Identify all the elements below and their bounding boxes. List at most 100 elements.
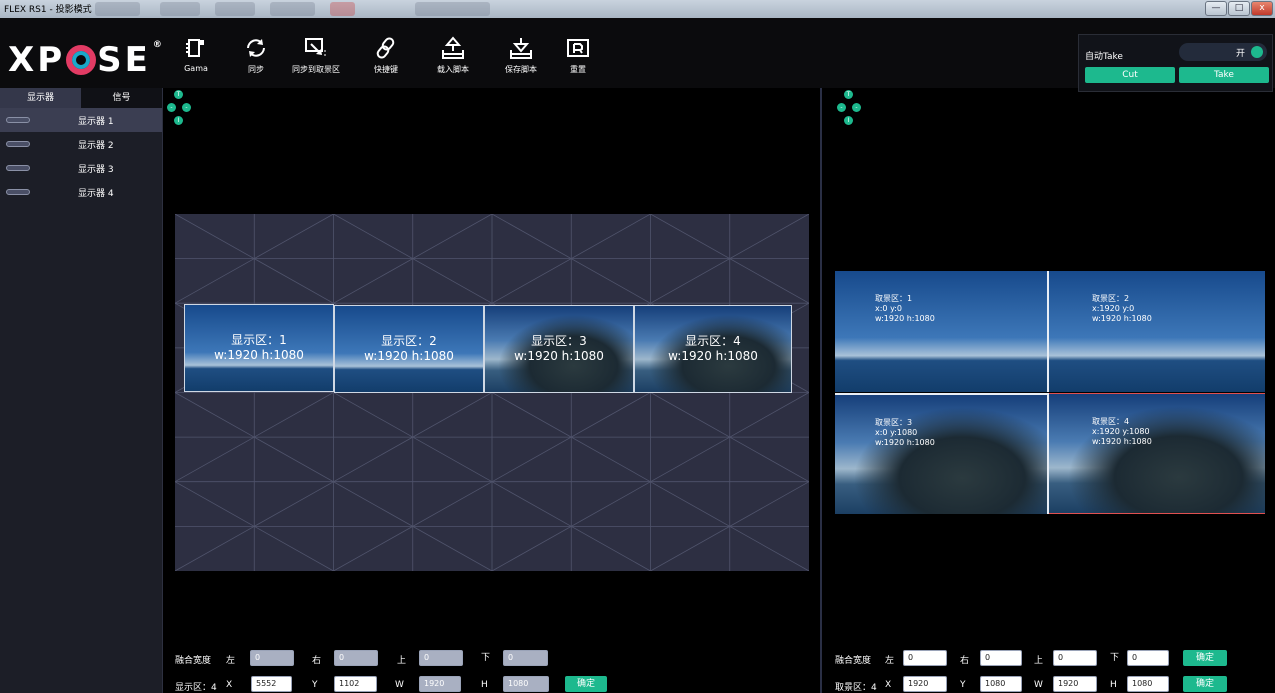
pan-down-icon[interactable]: I [844,116,853,125]
y-input[interactable]: 1102 [334,676,377,692]
capture-zone-2[interactable]: 取景区：2 x:1920 y:0 w:1920 h:1080 [1049,271,1265,392]
blend-width-label: 融合宽度 [835,656,872,666]
pan-left-icon[interactable]: - [167,103,176,112]
zone-size: w:1920 h:1080 [364,349,454,363]
w-label: W [395,680,404,690]
capture-zone-size: w:1920 h:1080 [1092,314,1152,323]
blend-bottom-label: 下 [1110,653,1120,663]
blend-left-input[interactable]: 0 [903,650,947,666]
capture-zone-label: 取景区：3 x:0 y:1080 w:1920 h:1080 [875,418,935,448]
h-label: H [481,680,488,690]
cut-button[interactable]: Cut [1085,67,1175,83]
auto-take-toggle[interactable]: 开 [1179,43,1267,61]
zone-name: 显示区：4 [685,334,741,348]
shortcut-button[interactable]: 快捷键 [358,36,414,75]
w-input[interactable]: 1920 [419,676,461,692]
tab-signals[interactable]: 信号 [81,88,162,108]
confirm-blend-button[interactable]: 确定 [1183,650,1227,666]
y-label: Y [312,680,318,690]
sidebar-item-display-2[interactable]: 显示器 2 [0,132,162,156]
xpose-logo: XP SE ® [8,40,165,80]
take-panel: 自动Take 开 Cut Take [1078,34,1273,92]
h-input[interactable]: 1080 [503,676,549,692]
load-script-button[interactable]: 载入脚本 [425,36,481,75]
toggle-knob [1251,46,1263,58]
reset-label: 重置 [570,65,586,74]
tab-displays[interactable]: 显示器 [0,88,81,108]
capture-zone-size: w:1920 h:1080 [1092,437,1152,446]
logo-registered: ® [152,40,165,50]
x-input[interactable]: 1920 [903,676,947,692]
window-titlebar: FLEX RS1 - 投影模式 — □ x [0,0,1275,18]
pan-down-icon[interactable]: I [174,116,183,125]
x-label: X [885,680,892,690]
taskbar-ghost [160,2,200,16]
capture-zone-3[interactable]: 取景区：3 x:0 y:1080 w:1920 h:1080 [835,393,1049,514]
save-script-icon [493,36,549,62]
sidebar-item-label: 显示器 3 [78,165,114,175]
pan-up-icon[interactable]: T [174,90,183,99]
logo-part: X [8,40,38,80]
x-input[interactable]: 5552 [251,676,292,692]
blend-bottom-input[interactable]: 0 [503,650,548,666]
confirm-button[interactable]: 确定 [565,676,607,692]
pan-right-icon[interactable]: - [182,103,191,112]
capture-zone-name: 取景区：4 [1092,417,1130,426]
take-button[interactable]: Take [1179,67,1269,83]
capture-zone-name: 取景区：3 [875,418,913,427]
minimize-button[interactable]: — [1205,1,1227,16]
pan-right-icon[interactable]: - [852,103,861,112]
confirm-button[interactable]: 确定 [1183,676,1227,692]
capture-zone-4[interactable]: 取景区：4 x:1920 y:1080 w:1920 h:1080 [1049,393,1265,514]
h-input[interactable]: 1080 [1127,676,1169,692]
blend-top-input[interactable]: 0 [1053,650,1097,666]
auto-take-label: 自动Take [1085,52,1123,62]
sidebar: 显示器 信号 显示器 1 显示器 2 显示器 3 显示器 4 [0,88,163,693]
w-input[interactable]: 1920 [1053,676,1097,692]
left-pan-control[interactable]: T - - I [167,90,191,126]
sidebar-item-display-4[interactable]: 显示器 4 [0,180,162,204]
sidebar-item-display-1[interactable]: 显示器 1 [0,108,162,132]
taskbar-ghost [215,2,255,16]
capture-zone-1[interactable]: 取景区：1 x:0 y:0 w:1920 h:1080 [835,271,1049,392]
blend-right-input[interactable]: 0 [334,650,378,666]
capture-zone-size: w:1920 h:1080 [875,314,935,323]
blend-top-input[interactable]: 0 [419,650,463,666]
display-device-icon [6,117,30,123]
logo-part: SE [97,40,151,80]
link-icon [358,36,414,62]
blend-bottom-input[interactable]: 0 [1127,650,1169,666]
taskbar-ghost [95,2,140,16]
sync-to-capture-button[interactable]: 同步到取景区 [288,36,344,75]
close-button[interactable]: x [1251,1,1273,16]
gama-button[interactable]: Gama [168,36,224,73]
right-pan-control[interactable]: T - - I [837,90,861,126]
save-script-label: 保存脚本 [505,65,537,74]
pane-divider[interactable] [820,88,822,693]
blend-right-input[interactable]: 0 [980,650,1022,666]
capture-zone-size: w:1920 h:1080 [875,438,935,447]
zone-name: 显示区：2 [381,334,437,348]
y-input[interactable]: 1080 [980,676,1022,692]
blend-left-label: 左 [885,656,895,666]
toggle-text: 开 [1235,49,1245,59]
restore-button[interactable]: □ [1228,1,1250,16]
capture-zone-pos: x:0 y:1080 [875,428,918,437]
pan-left-icon[interactable]: - [837,103,846,112]
sync-button[interactable]: 同步 [228,36,284,75]
sync-to-capture-label: 同步到取景区 [292,65,340,74]
sidebar-item-display-3[interactable]: 显示器 3 [0,156,162,180]
capture-zone-name: 取景区：1 [875,294,913,303]
pan-up-icon[interactable]: T [844,90,853,99]
y-label: Y [960,680,966,690]
reset-icon [550,36,606,62]
display-zone-3[interactable]: 显示区：3 w:1920 h:1080 [484,305,634,393]
display-zone-2[interactable]: 显示区：2 w:1920 h:1080 [334,305,484,393]
display-zone-4[interactable]: 显示区：4 w:1920 h:1080 [634,305,792,393]
save-script-button[interactable]: 保存脚本 [493,36,549,75]
sidebar-item-label: 显示器 4 [78,189,114,199]
display-zone-1[interactable]: 显示区：1 w:1920 h:1080 [184,304,334,392]
blend-left-input[interactable]: 0 [250,650,294,666]
reset-button[interactable]: 重置 [550,36,606,75]
blend-left-label: 左 [226,656,236,666]
